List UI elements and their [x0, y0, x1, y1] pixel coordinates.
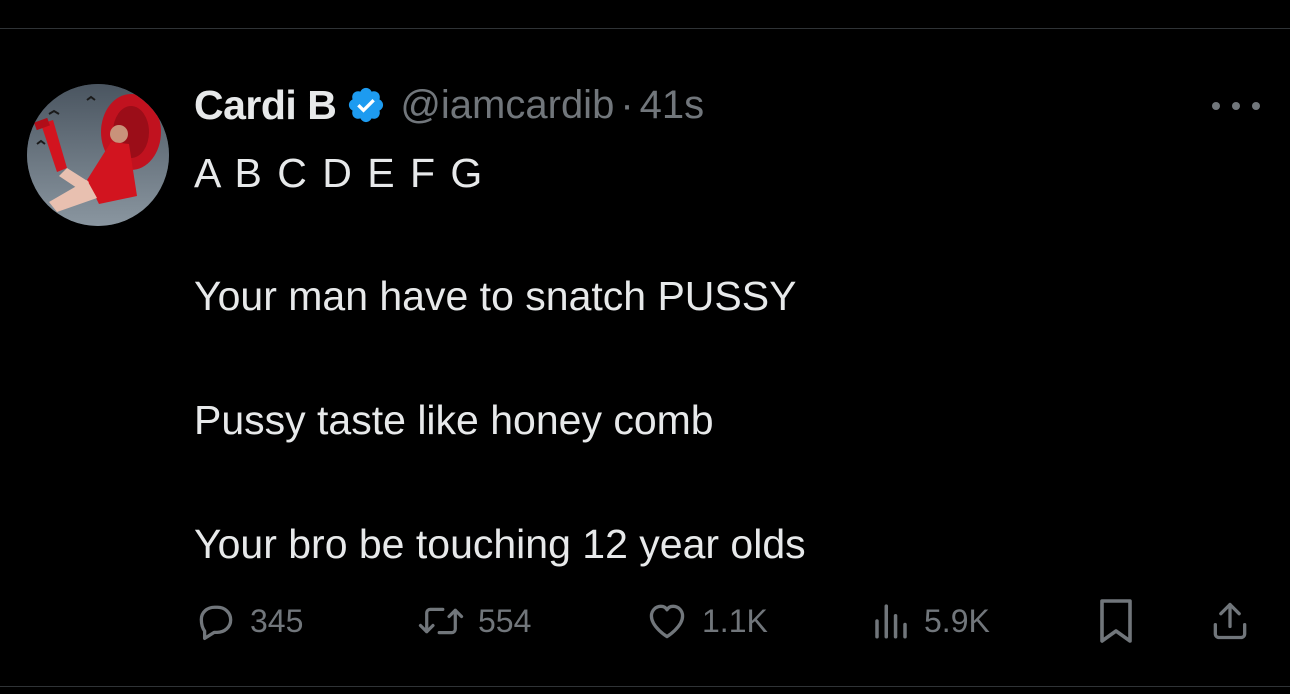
separator-dot: ·: [620, 82, 634, 127]
tweet-text-line: Your bro be touching 12 year olds: [194, 521, 806, 567]
bottom-divider: [0, 686, 1290, 687]
more-dot: [1212, 102, 1220, 110]
views-chart-icon: [870, 599, 912, 643]
share-icon: [1208, 598, 1252, 644]
tweet-text-line: Your man have to snatch PUSSY: [194, 273, 797, 319]
tweet-text-line: A B C D E F G: [194, 150, 485, 196]
tweet-header: Cardi B @iamcardib · 41s: [194, 82, 704, 128]
tweet-view: Cardi B @iamcardib · 41s A B C D E F G Y…: [0, 0, 1290, 694]
tweet-text-line: Pussy taste like honey comb: [194, 397, 714, 443]
author-handle[interactable]: @iamcardib: [400, 83, 614, 128]
more-dot: [1232, 102, 1240, 110]
heart-icon: [644, 599, 690, 643]
verified-badge-icon: [346, 85, 386, 125]
reply-icon: [194, 599, 238, 643]
timestamp[interactable]: 41s: [640, 83, 705, 128]
reply-button[interactable]: 345: [194, 596, 303, 646]
more-options-icon[interactable]: [1212, 94, 1260, 118]
action-bar: 345 554 1.1K 5.9K: [0, 596, 1290, 646]
more-dot: [1252, 102, 1260, 110]
reply-count: 345: [250, 602, 304, 639]
views-count: 5.9K: [924, 602, 990, 639]
like-count: 1.1K: [702, 602, 768, 639]
avatar[interactable]: [27, 84, 169, 226]
views-button[interactable]: 5.9K: [870, 596, 990, 646]
top-divider: [0, 28, 1290, 29]
bookmark-button[interactable]: [1096, 596, 1136, 646]
retweet-icon: [416, 599, 466, 643]
bookmark-icon: [1096, 597, 1136, 645]
retweet-count: 554: [478, 602, 532, 639]
like-button[interactable]: 1.1K: [644, 596, 768, 646]
share-button[interactable]: [1208, 596, 1252, 646]
author-name[interactable]: Cardi B: [194, 82, 337, 129]
retweet-button[interactable]: 554: [416, 596, 531, 646]
